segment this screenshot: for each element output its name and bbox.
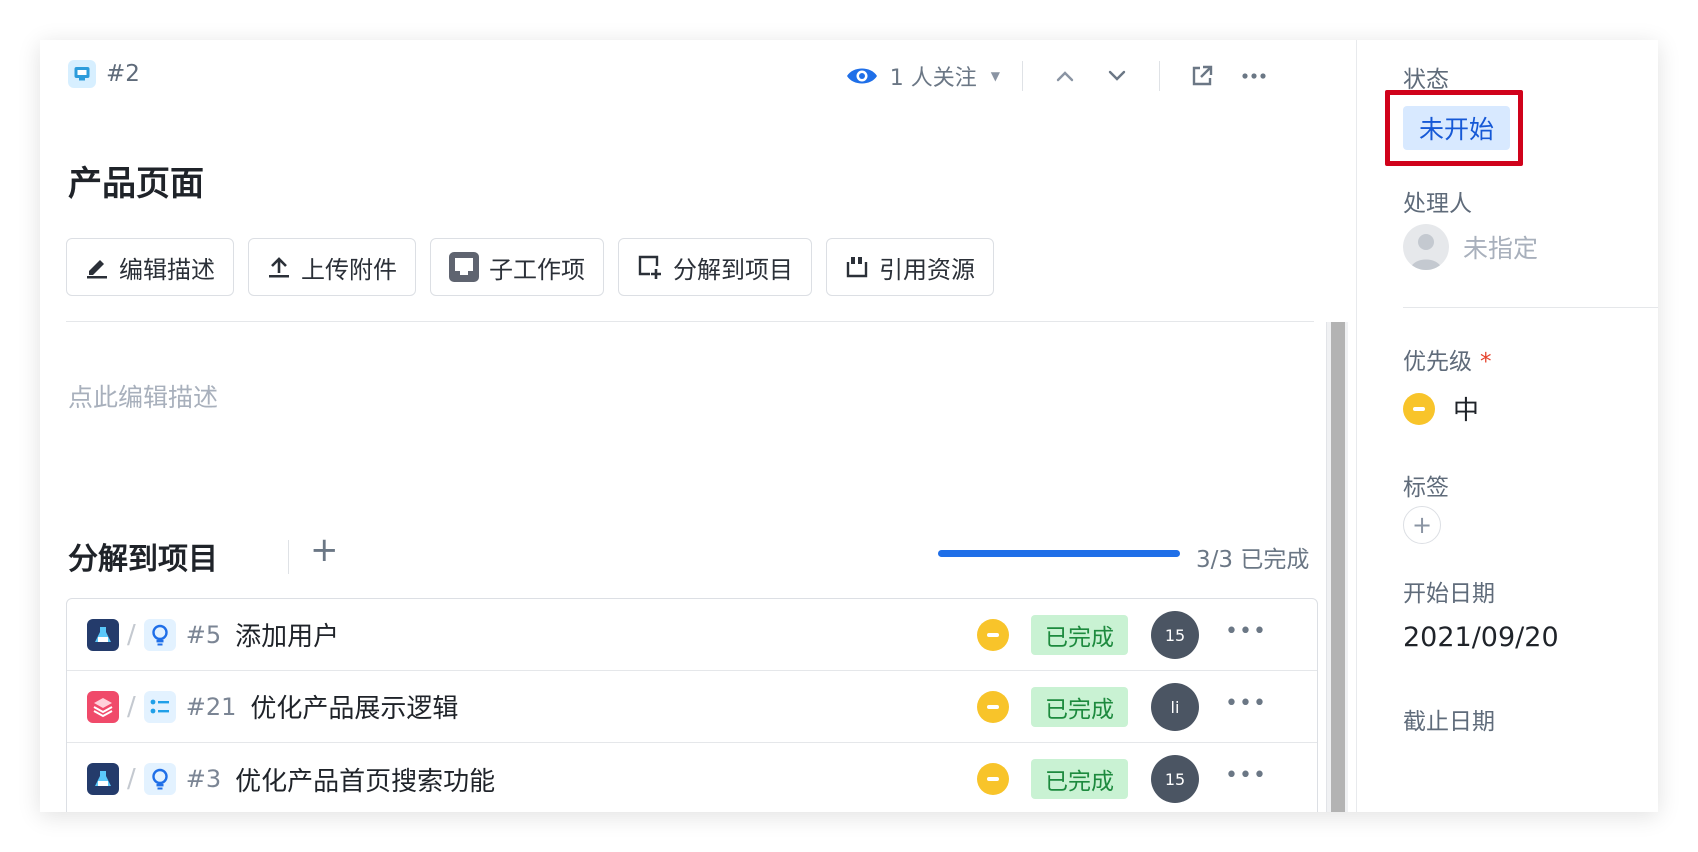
item-header: #2 [68,60,140,88]
start-date-value[interactable]: 2021/09/20 [1403,622,1559,653]
more-button[interactable] [1234,58,1274,94]
required-mark: * [1480,349,1492,375]
reference-resource-label: 引用资源 [879,255,975,284]
upload-attachment-label: 上传附件 [301,255,397,284]
highlight-box [1385,90,1523,166]
header-actions: 1 人关注 ▼ [846,58,1274,94]
divider [1403,307,1658,308]
divider [288,540,289,574]
requirement-type-icon [68,60,96,88]
progress-text: 3/3 已完成 [1196,547,1310,573]
eye-icon [846,68,877,84]
sub-item-icon [449,252,479,282]
assignee-select[interactable]: 未指定 [1403,224,1538,270]
watch-count: 1 人关注 [889,66,977,91]
description-placeholder[interactable]: 点此编辑描述 [68,378,218,414]
item-id: #3 [185,765,222,793]
row-more-button[interactable]: ••• [1225,691,1267,716]
status-badge[interactable]: 已完成 [1031,615,1128,655]
project-icon [87,618,119,651]
chevron-up-icon [1056,71,1074,82]
bulb-icon [143,618,176,651]
pencil-icon [87,260,107,279]
due-date-label: 截止日期 [1403,709,1495,735]
external-link-icon [1192,65,1213,86]
quote-icon [846,257,868,278]
scrollbar[interactable] [1326,322,1348,812]
priority-value: 中 [1453,396,1480,426]
edit-description-label: 编辑描述 [119,255,215,284]
chevron-down-icon [1108,70,1126,81]
list-item[interactable]: / #5 添加用户 已完成 15 ••• [67,599,1317,671]
divider [1159,61,1160,91]
priority-medium-icon[interactable] [977,691,1009,723]
priority-medium-icon[interactable] [977,763,1009,795]
breakdown-progress-bar [938,550,1180,557]
user-placeholder-icon [1403,224,1449,270]
item-id: #2 [106,61,140,87]
caret-down-icon: ▼ [990,69,1000,83]
breakdown-project-label: 分解到项目 [673,255,793,284]
assignee-label: 处理人 [1403,191,1472,217]
tags-label: 标签 [1403,475,1449,501]
page-title[interactable]: 产品页面 [68,156,204,205]
more-icon [1242,73,1266,79]
scrollbar-thumb[interactable] [1331,322,1345,812]
path-separator: / [127,619,136,650]
breakdown-project-button[interactable]: 分解到项目 [618,238,812,296]
item-title[interactable]: 添加用户 [235,616,339,653]
breakdown-list: / #5 添加用户 已完成 15 ••• / #21 优化产品展示逻辑 已完成 … [66,598,1318,812]
item-title[interactable]: 优化产品展示逻辑 [250,688,458,725]
item-title[interactable]: 优化产品首页搜索功能 [235,761,495,798]
item-id: #5 [185,620,222,649]
priority-medium-icon[interactable] [977,619,1009,651]
progress-fill [938,550,1180,557]
upload-icon [269,257,289,278]
plus-icon: + [310,530,339,570]
edit-description-button[interactable]: 编辑描述 [66,238,234,296]
work-item-panel: #2 1 人关注 ▼ 产品页面 编辑描述 上传附件 子工作项 分解到项目 引用资… [40,40,1658,812]
path-separator: / [127,764,136,794]
list-item[interactable]: / #21 优化产品展示逻辑 已完成 li ••• [67,671,1317,743]
reference-resource-button[interactable]: 引用资源 [826,238,994,296]
assignee-value: 未指定 [1463,234,1539,263]
status-label: 状态 [1403,67,1449,93]
sub-item-label: 子工作项 [489,255,585,284]
list-icon [143,690,176,723]
priority-medium-icon [1403,392,1435,425]
sub-item-button[interactable]: 子工作项 [430,238,604,296]
open-new-window-button[interactable] [1182,58,1222,94]
priority-select[interactable]: 中 [1403,390,1479,427]
list-item[interactable]: / #3 优化产品首页搜索功能 已完成 15 ••• [67,743,1317,812]
start-date-label: 开始日期 [1403,581,1495,607]
plus-icon: + [1411,511,1433,539]
previous-item-button[interactable] [1045,58,1085,94]
row-more-button[interactable]: ••• [1225,763,1267,788]
row-more-button[interactable]: ••• [1225,619,1267,644]
breakdown-section-title: 分解到项目 [68,542,218,577]
upload-attachment-button[interactable]: 上传附件 [248,238,416,296]
path-separator: / [127,691,136,722]
item-id: #21 [185,692,237,721]
divider [1022,61,1023,91]
status-badge[interactable]: 已完成 [1031,687,1128,727]
main-area: #2 1 人关注 ▼ 产品页面 编辑描述 上传附件 子工作项 分解到项目 引用资… [40,40,1356,812]
divider [66,321,1314,322]
bulb-icon [143,763,176,795]
action-toolbar: 编辑描述 上传附件 子工作项 分解到项目 引用资源 [66,238,994,296]
priority-label: 优先级 * [1403,342,1492,376]
watch-button[interactable]: 1 人关注 ▼ [846,60,1000,92]
project-icon [87,690,119,723]
avatar[interactable]: li [1151,683,1199,731]
breakdown-icon [638,255,661,279]
project-icon [87,763,119,795]
priority-label-text: 优先级 [1403,349,1472,375]
avatar[interactable]: 15 [1151,611,1199,659]
next-item-button[interactable] [1097,58,1137,94]
status-badge[interactable]: 已完成 [1031,759,1128,799]
properties-panel: 状态 未开始 处理人 未指定 优先级 * 中 标签 + 开始日期 2021/09/… [1356,40,1658,812]
add-tag-button[interactable]: + [1403,506,1441,544]
add-breakdown-button[interactable]: + [310,532,339,568]
avatar[interactable]: 15 [1151,755,1199,803]
